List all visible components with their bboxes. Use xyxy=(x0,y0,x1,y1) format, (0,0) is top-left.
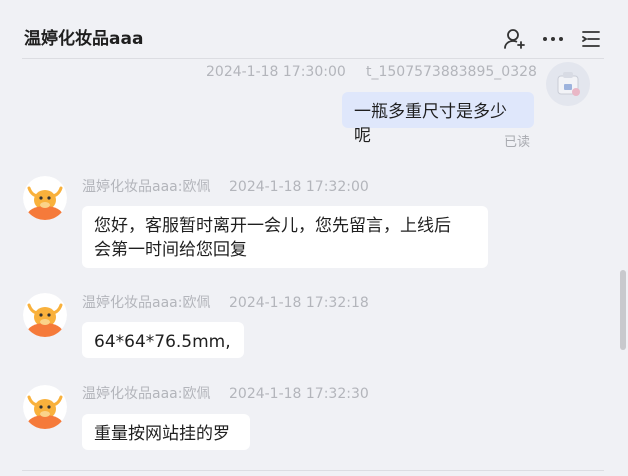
message-bubble[interactable]: 64*64*76.5mm, xyxy=(82,322,244,358)
message-user: t_1507573883895_0328 xyxy=(366,64,537,80)
message-bubble[interactable]: 重量按网站挂的罗 xyxy=(82,414,250,450)
user-avatar-icon xyxy=(546,62,590,106)
message-bubble[interactable]: 您好，客服暂时离开一会儿，您先留言，上线后 会第一时间给您回复 xyxy=(82,206,488,268)
avatar[interactable] xyxy=(546,62,590,106)
message-time: 2024-1-18 17:30:00 xyxy=(206,64,346,80)
message-bubble[interactable]: 一瓶多重尺寸是多少呢 xyxy=(342,92,534,146)
scrollbar[interactable] xyxy=(620,270,626,350)
message-meta-time: 2024-1-18 17:32:00 xyxy=(229,178,369,196)
message-time: 2024-1-18 17:32:00 xyxy=(229,179,369,195)
chat-title: 温婷化妆品aaa xyxy=(24,29,144,49)
chat-header: 温婷化妆品aaa xyxy=(0,0,628,59)
message-sender: 温婷化妆品aaa:欧佩 xyxy=(82,179,211,195)
bull-avatar-icon xyxy=(23,293,67,337)
header-divider xyxy=(22,58,604,59)
bull-avatar-icon xyxy=(23,385,67,429)
bull-avatar-icon xyxy=(23,176,67,220)
message-time: 2024-1-18 17:32:18 xyxy=(229,295,369,311)
message-meta: 温婷化妆品aaa:欧佩 xyxy=(82,385,210,403)
avatar[interactable] xyxy=(23,293,67,337)
add-user-icon[interactable] xyxy=(503,27,527,51)
read-status: 已读 xyxy=(504,135,531,150)
message-meta-time: 2024-1-18 17:32:18 xyxy=(229,294,369,312)
more-icon[interactable] xyxy=(541,27,565,51)
message-meta-user: t_1507573883895_0328 xyxy=(366,63,537,81)
avatar[interactable] xyxy=(23,385,67,429)
message-meta: 温婷化妆品aaa:欧佩 xyxy=(82,178,210,196)
list-menu-icon[interactable] xyxy=(579,27,603,51)
input-divider xyxy=(22,470,604,471)
message-meta-time: 2024-1-18 17:32:30 xyxy=(229,385,369,403)
message-meta: 温婷化妆品aaa:欧佩 xyxy=(82,294,210,312)
message-sender: 温婷化妆品aaa:欧佩 xyxy=(82,386,211,402)
avatar[interactable] xyxy=(23,176,67,220)
message-time: 2024-1-18 17:32:30 xyxy=(229,386,369,402)
message-sender: 温婷化妆品aaa:欧佩 xyxy=(82,295,211,311)
message-meta: 2024-1-18 17:30:00 xyxy=(206,63,346,81)
